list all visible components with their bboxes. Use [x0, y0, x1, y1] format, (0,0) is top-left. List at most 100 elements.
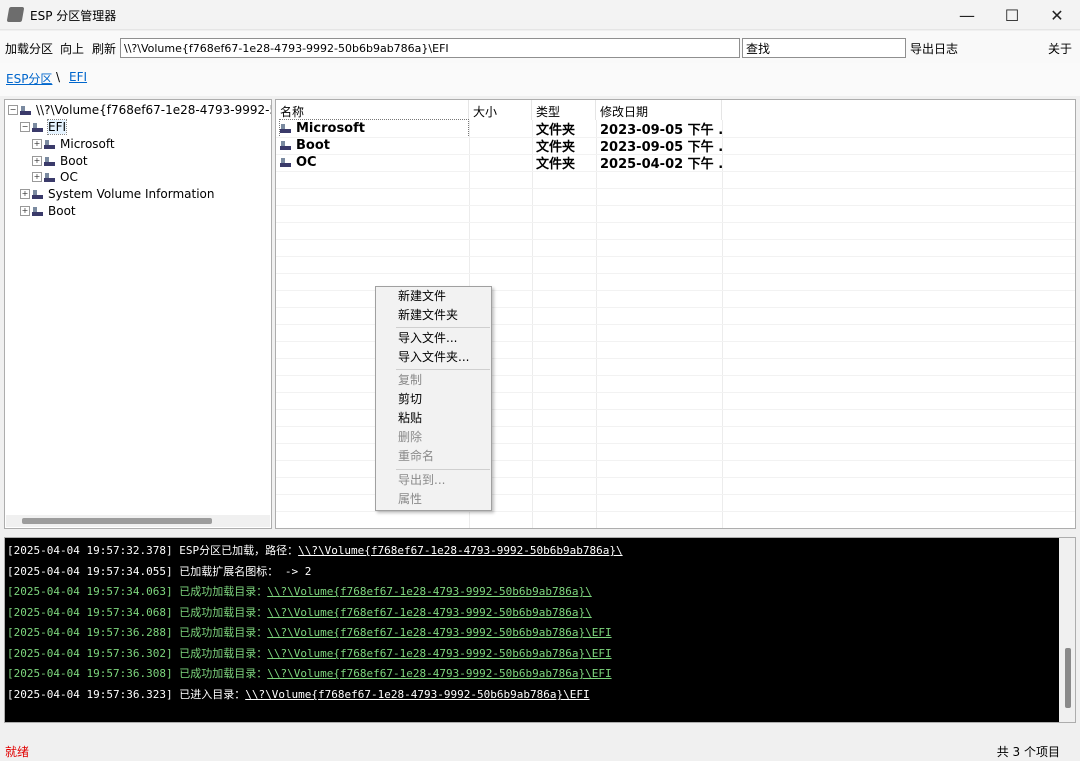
tree-node-efi[interactable]: − EFI [20, 119, 68, 135]
scrollbar-thumb[interactable] [1065, 648, 1071, 708]
search-input[interactable] [742, 38, 906, 58]
folder-icon [32, 206, 44, 216]
column-header-name[interactable]: 名称 [276, 100, 469, 120]
menu-item-properties[interactable]: 属性 [398, 490, 422, 508]
status-text: 就绪 [5, 745, 30, 759]
log-path-link[interactable]: \\?\Volume{f768ef67-1e28-4793-9992-50b6b… [267, 606, 592, 619]
log-path-link[interactable]: \\?\Volume{f768ef67-1e28-4793-9992-50b6b… [267, 667, 611, 680]
row-size [473, 120, 531, 137]
expand-icon[interactable]: + [20, 206, 30, 216]
row-size [473, 137, 531, 154]
load-partition-button[interactable]: 加载分区 [5, 40, 53, 57]
log-message: ESP分区已加载，路径： [172, 544, 299, 557]
menu-item-paste[interactable]: 粘贴 [398, 409, 422, 427]
item-count: 共 3 个项目 [996, 745, 1060, 759]
log-message: 已进入目录： [172, 688, 246, 701]
tree-node-boot[interactable]: + Boot [32, 153, 88, 169]
app-icon [6, 7, 25, 22]
list-row[interactable]: OC 文件夹 2025-04-02 下午 ... [276, 154, 1075, 171]
refresh-button[interactable]: 刷新 [92, 40, 116, 57]
menu-item-new-file[interactable]: 新建文件 [398, 287, 446, 305]
scrollbar-thumb[interactable] [22, 518, 212, 524]
menu-item-import-file[interactable]: 导入文件... [398, 329, 457, 347]
expand-icon[interactable]: + [32, 172, 42, 182]
column-header-date[interactable]: 修改日期 [596, 100, 722, 120]
expand-icon[interactable]: + [20, 189, 30, 199]
log-line: [2025-04-04 19:57:34.055] 已加载扩展名图标： -> 2 [7, 563, 311, 579]
log-timestamp: [2025-04-04 19:57:36.288] [7, 626, 173, 639]
row-size [473, 154, 531, 171]
folder-icon [44, 156, 56, 166]
log-path-link[interactable]: \\?\Volume{f768ef67-1e28-4793-9992-50b6b… [267, 585, 592, 598]
menu-item-delete[interactable]: 删除 [398, 428, 422, 446]
minimize-button[interactable]: — [944, 0, 990, 30]
folder-tree[interactable]: − \\?\Volume{f768ef67-1e28-4793-9992-50b… [4, 99, 272, 529]
collapse-icon[interactable]: − [20, 122, 30, 132]
menu-item-import-folder[interactable]: 导入文件夹... [398, 348, 469, 366]
folder-icon [32, 189, 44, 199]
log-timestamp: [2025-04-04 19:57:34.063] [7, 585, 173, 598]
export-log-button[interactable]: 导出日志 [910, 40, 958, 57]
maximize-button[interactable]: ☐ [989, 0, 1035, 30]
tree-node-label: EFI [46, 119, 68, 135]
log-message: 已成功加载目录： [172, 647, 268, 660]
list-row[interactable]: Boot 文件夹 2023-09-05 下午 ... [276, 137, 1075, 154]
expand-icon[interactable]: + [32, 156, 42, 166]
row-date: 2023-09-05 下午 ... [600, 140, 722, 154]
log-line: [2025-04-04 19:57:32.378] ESP分区已加载，路径：\\… [7, 542, 623, 558]
log-path-link[interactable]: \\?\Volume{f768ef67-1e28-4793-9992-50b6b… [267, 626, 611, 639]
folder-icon [280, 124, 292, 133]
tree-node-oc[interactable]: + OC [32, 169, 78, 185]
tree-node-label: OC [60, 170, 78, 184]
path-input[interactable] [120, 38, 740, 58]
log-timestamp: [2025-04-04 19:57:36.302] [7, 647, 173, 660]
log-message: 已成功加载目录： [172, 585, 268, 598]
row-type: 文件夹 [536, 140, 576, 154]
tree-node-label: Microsoft [60, 137, 115, 151]
column-header-type[interactable]: 类型 [532, 100, 596, 120]
log-message: 已成功加载目录： [172, 606, 268, 619]
menu-item-copy[interactable]: 复制 [398, 371, 422, 389]
tree-node-label: Boot [60, 154, 88, 168]
log-panel[interactable]: [2025-04-04 19:57:32.378] ESP分区已加载，路径：\\… [4, 537, 1076, 723]
up-button[interactable]: 向上 [60, 40, 84, 57]
row-type: 文件夹 [536, 157, 576, 171]
tree-node-label: Boot [48, 204, 76, 218]
menu-item-new-folder[interactable]: 新建文件夹 [398, 306, 458, 324]
row-name-cell: Microsoft [279, 119, 469, 138]
menu-item-cut[interactable]: 剪切 [398, 390, 422, 408]
column-header-size[interactable]: 大小 [469, 100, 532, 120]
row-date: 2023-09-05 下午 ... [600, 123, 722, 137]
list-row[interactable]: Microsoft 文件夹 2023-09-05 下午 ... [276, 119, 1075, 138]
log-line: [2025-04-04 19:57:36.288] 已成功加载目录：\\?\Vo… [7, 624, 612, 640]
log-message: 已加载扩展名图标： -> 2 [172, 565, 312, 578]
expand-icon[interactable]: + [32, 139, 42, 149]
menu-item-export-to[interactable]: 导出到... [398, 471, 445, 489]
tree-horizontal-scrollbar[interactable] [6, 515, 270, 527]
log-path-link[interactable]: \\?\Volume{f768ef67-1e28-4793-9992-50b6b… [245, 688, 589, 701]
row-name: Boot [296, 138, 330, 153]
tree-node-microsoft[interactable]: + Microsoft [32, 136, 115, 152]
breadcrumb-root-link[interactable]: ESP分区 [6, 70, 52, 87]
menu-item-rename[interactable]: 重命名 [398, 447, 434, 465]
log-path-link[interactable]: \\?\Volume{f768ef67-1e28-4793-9992-50b6b… [267, 647, 611, 660]
tree-node-root[interactable]: − \\?\Volume{f768ef67-1e28-4793-9992-50b… [8, 102, 272, 118]
close-button[interactable]: ✕ [1034, 0, 1080, 30]
folder-icon [44, 139, 56, 149]
row-date: 2025-04-02 下午 ... [600, 157, 722, 171]
tree-node-label: \\?\Volume{f768ef67-1e28-4793-9992-50b6b… [36, 103, 272, 117]
breadcrumb-current-link[interactable]: EFI [69, 70, 87, 84]
tree-node-system-volume-information[interactable]: + System Volume Information [20, 186, 214, 202]
status-bar: 就绪 共 3 个项目 [0, 740, 1080, 761]
log-path-link[interactable]: \\?\Volume{f768ef67-1e28-4793-9992-50b6b… [298, 544, 623, 557]
title-bar: ESP 分区管理器 — ☐ ✕ [0, 0, 1080, 30]
tree-node-boot-root[interactable]: + Boot [20, 203, 76, 219]
collapse-icon[interactable]: − [8, 105, 18, 115]
log-timestamp: [2025-04-04 19:57:36.323] [7, 688, 173, 701]
log-vertical-scrollbar[interactable] [1059, 538, 1075, 722]
drive-icon [20, 105, 32, 115]
row-name-cell: Boot [280, 137, 468, 154]
log-timestamp: [2025-04-04 19:57:34.068] [7, 606, 173, 619]
menu-separator [396, 469, 490, 470]
about-button[interactable]: 关于 [1048, 40, 1072, 57]
